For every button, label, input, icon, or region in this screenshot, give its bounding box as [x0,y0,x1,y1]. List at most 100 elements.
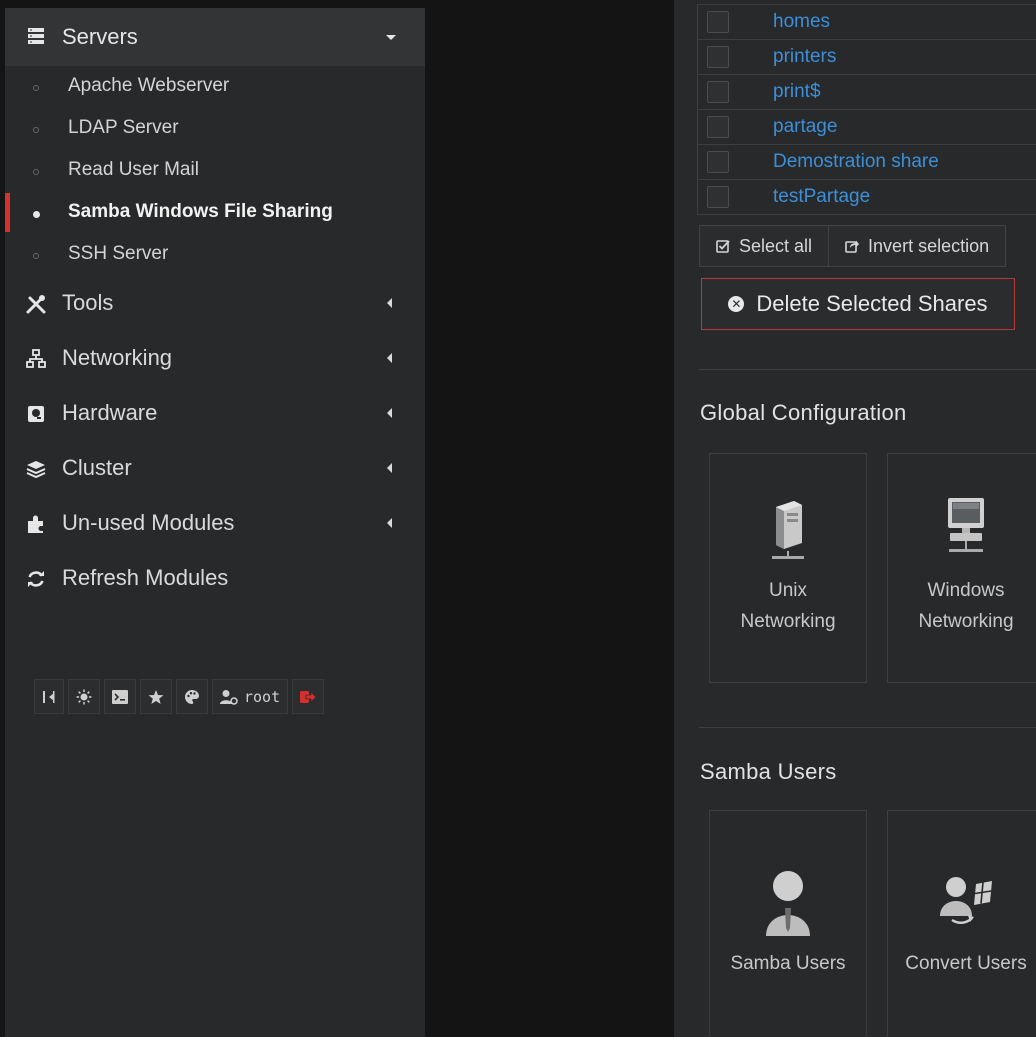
samba-users-card[interactable]: Samba Users [709,810,867,1037]
table-row: testPartage [697,180,1036,215]
sidebar-toolbar: root [34,679,325,714]
row-checkbox[interactable] [707,116,729,138]
sidebar-item-apache[interactable]: Apache Webserver [5,68,425,108]
table-row: printers [697,40,1036,75]
bullet-icon [33,253,39,259]
palette-icon [185,689,199,704]
share-link[interactable]: partage [773,116,837,138]
puzzle-icon [28,515,43,533]
hardware-icon [28,406,44,422]
collapse-icon [43,690,55,703]
row-checkbox[interactable] [707,151,729,173]
sidebar-item-networking[interactable]: Networking [5,335,425,383]
delete-label: Delete Selected Shares [756,291,988,316]
sidebar: Servers Apache Webserver LDAP Server Rea… [5,8,425,1037]
user-icon [766,871,810,936]
logout-button[interactable] [292,679,325,714]
chevron-down-icon [386,35,396,40]
bullet-icon [33,127,39,133]
collapse-sidebar-button[interactable] [34,679,64,714]
user-cog-icon [220,689,238,705]
card-label-line2: Networking [918,611,1014,632]
sidebar-item-samba[interactable]: Samba Windows File Sharing [5,194,425,234]
share-square-icon [845,240,860,253]
network-icon [26,349,46,368]
table-row: Demostration share [697,145,1036,180]
chevron-left-icon [387,353,392,363]
username-label: root [244,687,281,706]
close-circle-icon: ✕ [728,296,745,312]
server-icon [28,28,44,44]
sidebar-item-hardware[interactable]: Hardware [5,390,425,438]
table-row: partage [697,110,1036,145]
table-row: print$ [697,75,1036,110]
row-checkbox[interactable] [707,11,729,33]
check-square-icon [716,240,730,253]
card-label: Samba Users [730,953,846,974]
star-icon [148,689,164,704]
theme-toggle-button[interactable] [68,679,100,714]
terminal-button[interactable] [104,679,136,714]
row-checkbox[interactable] [707,186,729,208]
share-link[interactable]: homes [773,11,830,33]
sidebar-item-refresh-modules[interactable]: Refresh Modules [5,555,425,603]
sidebar-item-ssh[interactable]: SSH Server [5,236,425,276]
card-label-line2: Networking [740,611,836,632]
selection-buttons: Select all Invert selection [699,225,1007,267]
divider [699,369,1036,370]
windows-networking-card[interactable]: Windows Networking [887,453,1036,683]
sidebar-item-label: Cluster [62,455,132,480]
samba-users-title: Samba Users [700,759,837,784]
shares-table: homes printers print$ partage Demostrati… [697,4,1036,215]
share-link[interactable]: printers [773,46,836,68]
invert-selection-label: Invert selection [868,235,990,256]
convert-users-card[interactable]: Convert Users [887,810,1036,1037]
sidebar-item-label: LDAP Server [68,117,179,138]
category-servers[interactable]: Servers [5,8,425,66]
main-panel: homes printers print$ partage Demostrati… [674,0,1036,1037]
palette-button[interactable] [176,679,208,714]
sidebar-item-ldap[interactable]: LDAP Server [5,110,425,150]
bullet-icon [33,169,39,175]
global-configuration-title: Global Configuration [700,400,907,425]
sidebar-item-label: SSH Server [68,243,169,264]
sun-icon [76,689,92,704]
terminal-icon [112,689,128,704]
sidebar-item-read-user-mail[interactable]: Read User Mail [5,152,425,192]
row-checkbox[interactable] [707,81,729,103]
invert-selection-button[interactable]: Invert selection [829,225,1007,267]
select-all-button[interactable]: Select all [699,225,830,267]
select-all-label: Select all [739,235,813,256]
category-label: Servers [62,24,138,49]
chevron-left-icon [387,408,392,418]
row-checkbox[interactable] [707,46,729,68]
favorites-button[interactable] [140,679,172,714]
sidebar-item-label: Apache Webserver [68,75,230,96]
user-button[interactable]: root [212,679,289,714]
share-link[interactable]: print$ [773,81,821,103]
delete-selected-shares-button[interactable]: ✕ Delete Selected Shares [701,278,1015,330]
card-label-line1: Unix [768,580,807,601]
cluster-icon [26,461,46,479]
card-label: Convert Users [905,953,1027,974]
sidebar-item-label: Tools [62,290,114,315]
sidebar-item-unused-modules[interactable]: Un-used Modules [5,500,425,548]
chevron-left-icon [387,298,392,308]
windows-computer-icon [948,498,984,552]
share-link[interactable]: Demostration share [773,151,939,173]
sidebar-item-label: Refresh Modules [62,565,229,590]
sidebar-item-cluster[interactable]: Cluster [5,445,425,493]
share-link[interactable]: testPartage [773,186,870,208]
bullet-icon [33,211,40,218]
refresh-icon [28,571,44,587]
table-row: homes [697,5,1036,40]
chevron-left-icon [387,463,392,473]
sidebar-item-label: Read User Mail [68,159,199,180]
unix-server-icon [772,501,804,559]
card-label-line1: Windows [927,580,1005,601]
sidebar-item-label: Samba Windows File Sharing [68,201,333,222]
convert-users-icon [940,877,992,924]
unix-networking-card[interactable]: Unix Networking [709,453,867,683]
sidebar-item-tools[interactable]: Tools [5,280,425,328]
divider [699,727,1036,728]
